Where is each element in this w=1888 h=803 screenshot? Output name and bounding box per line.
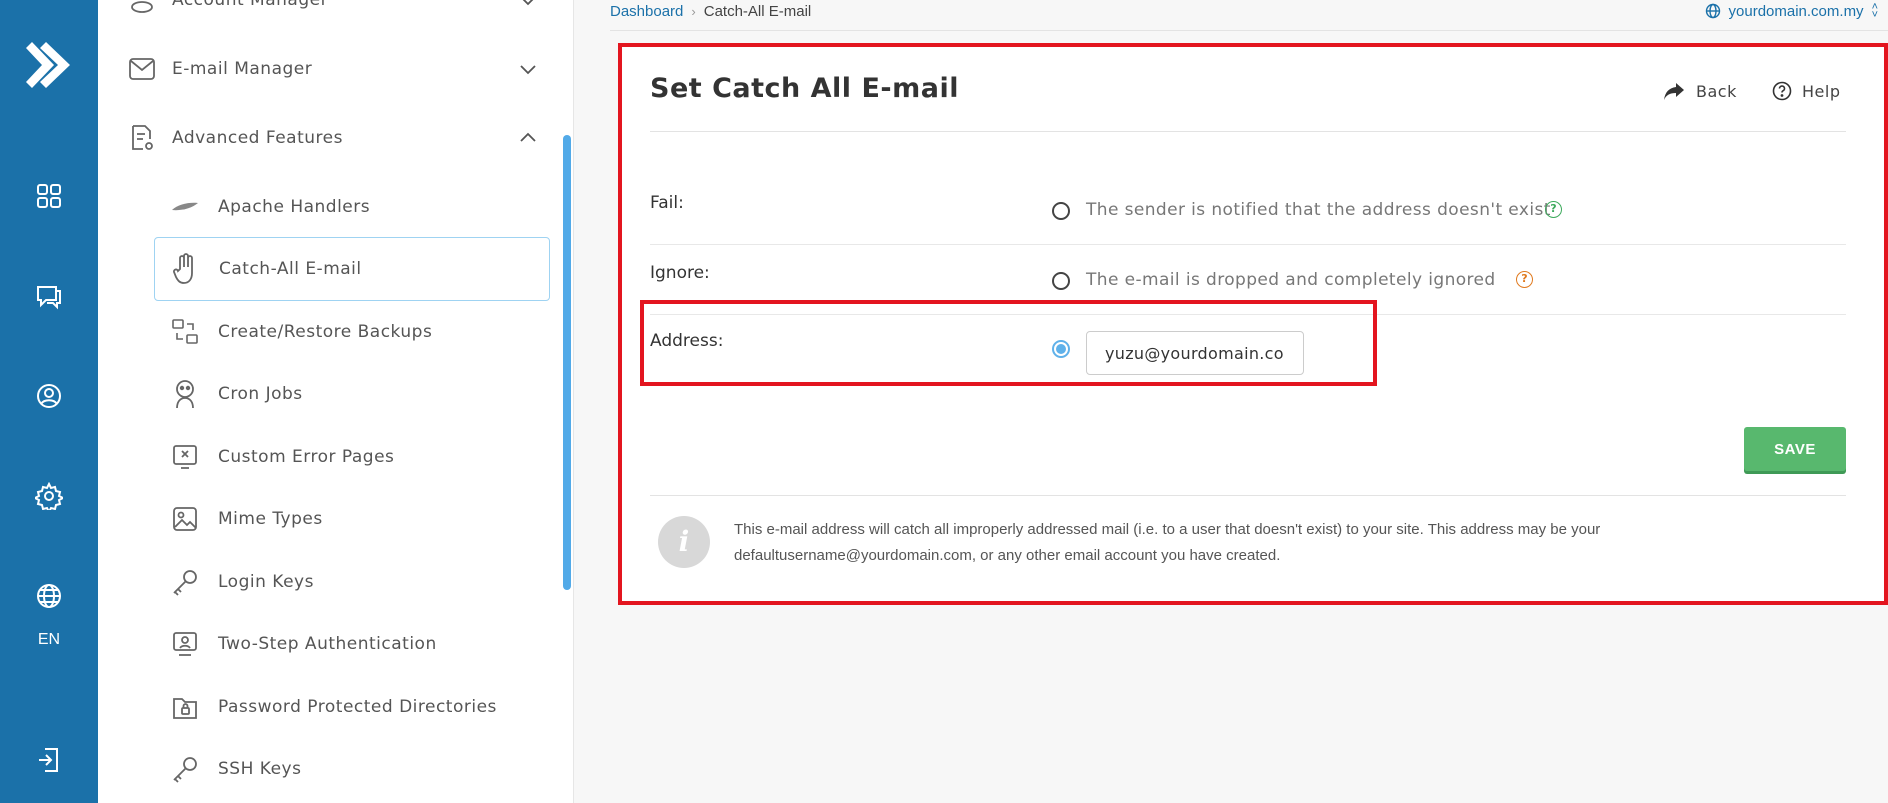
icon-rail: EN (0, 0, 98, 803)
info-icon: i (658, 516, 710, 568)
breadcrumb-dashboard-link[interactable]: Dashboard (610, 3, 683, 20)
ignore-radio[interactable] (1052, 272, 1070, 290)
option-label: Fail: (650, 193, 684, 213)
monitor-user-icon (168, 627, 202, 661)
image-icon (168, 502, 202, 536)
backup-restore-icon (168, 315, 202, 349)
domain-selector[interactable]: yourdomain.com.my ˄ ˅ (1705, 0, 1878, 22)
back-button[interactable]: Back (1662, 81, 1737, 101)
sidebar-section-label: Account Manager (172, 0, 329, 10)
sidebar-item-label: SSH Keys (218, 759, 302, 779)
dashboard-grid-icon[interactable] (31, 178, 67, 214)
sidebar-item-label: Cron Jobs (218, 384, 303, 404)
key-icon (168, 565, 202, 599)
sidebar-section-email-manager[interactable]: E-mail Manager (128, 49, 538, 89)
address-radio[interactable] (1052, 340, 1070, 358)
sidebar-section-label: Advanced Features (172, 128, 343, 148)
sidebar-item-create-restore-backups[interactable]: Create/Restore Backups (154, 307, 550, 357)
sidebar-item-catch-all-email[interactable]: Catch-All E-mail (154, 237, 550, 301)
option-description: The sender is notified that the address … (1086, 200, 1551, 220)
option-row-ignore: Ignore: The e-mail is dropped and comple… (650, 245, 1846, 315)
language-label[interactable]: EN (0, 631, 98, 649)
sidebar-section-account-manager[interactable]: Account Manager (128, 0, 538, 20)
logout-icon[interactable] (31, 742, 67, 778)
chevron-up-icon (520, 132, 536, 142)
sidebar-section-advanced-features[interactable]: Advanced Features (128, 118, 538, 158)
globe-language-icon[interactable] (31, 578, 67, 614)
sidebar-item-two-step-authentication[interactable]: Two-Step Authentication (154, 619, 550, 669)
advanced-document-gear-icon (128, 124, 156, 152)
catch-all-address-input[interactable] (1086, 331, 1304, 375)
feather-icon (168, 190, 202, 224)
key-icon (168, 752, 202, 786)
option-label: Address: (650, 331, 724, 351)
sidebar-item-label: Password Protected Directories (218, 697, 497, 717)
hand-icon (169, 252, 203, 286)
save-button[interactable]: SAVE (1744, 427, 1846, 471)
locked-folder-icon (168, 690, 202, 724)
header-divider (650, 131, 1846, 132)
back-label: Back (1696, 81, 1737, 101)
help-icon[interactable]: ? (1516, 271, 1533, 288)
sidebar-item-login-keys[interactable]: Login Keys (154, 557, 550, 607)
divider (610, 30, 1888, 31)
sidebar-item-label: Custom Error Pages (218, 447, 395, 467)
help-label: Help (1802, 81, 1841, 101)
sidebar-item-apache-handlers[interactable]: Apache Handlers (154, 182, 550, 232)
help-circle-icon (1772, 81, 1792, 101)
settings-gear-icon[interactable] (31, 478, 67, 514)
app-logo-icon[interactable] (24, 38, 74, 92)
sidebar-item-ssh-keys[interactable]: SSH Keys (154, 744, 550, 794)
sidebar-item-label: Mime Types (218, 509, 323, 529)
sidebar: Account Manager E-mail Manager Advanced … (98, 0, 574, 803)
sidebar-scrollbar[interactable] (563, 135, 571, 590)
user-profile-icon[interactable] (31, 378, 67, 414)
account-icon (128, 0, 156, 14)
info-text: This e-mail address will catch all impro… (734, 521, 1601, 564)
option-row-address: Address: (650, 313, 1846, 393)
sidebar-section-label: E-mail Manager (172, 59, 313, 79)
option-description: The e-mail is dropped and completely ign… (1086, 270, 1496, 290)
cron-robot-icon (168, 377, 202, 411)
breadcrumb-current: Catch-All E-mail (703, 2, 812, 20)
breadcrumb: Dashboard › Catch-All E-mail (610, 0, 811, 22)
sidebar-item-label: Login Keys (218, 572, 314, 592)
sidebar-item-label: Catch-All E-mail (219, 259, 362, 279)
sidebar-item-label: Two-Step Authentication (218, 634, 437, 654)
catch-all-panel: Set Catch All E-mail Back Help Fail: The… (618, 43, 1888, 605)
help-button[interactable]: Help (1772, 81, 1840, 101)
info-divider (650, 495, 1846, 496)
sidebar-item-cron-jobs[interactable]: Cron Jobs (154, 369, 550, 419)
chevron-down-icon (520, 65, 536, 75)
sidebar-item-mime-types[interactable]: Mime Types (154, 494, 550, 544)
domain-selector-value: yourdomain.com.my (1728, 2, 1864, 20)
page-title: Set Catch All E-mail (650, 73, 959, 104)
chat-icon[interactable] (31, 278, 67, 314)
chevron-down-icon (522, 0, 534, 6)
back-arrow-icon (1664, 83, 1684, 100)
breadcrumb-separator-icon: › (691, 3, 696, 19)
help-icon[interactable]: ? (1545, 201, 1562, 218)
envelope-icon (128, 55, 156, 83)
sidebar-item-label: Apache Handlers (218, 197, 371, 217)
sidebar-item-label: Create/Restore Backups (218, 322, 433, 342)
option-row-fail: Fail: The sender is notified that the ad… (650, 175, 1846, 245)
error-page-icon (168, 440, 202, 474)
updown-chevron-icon: ˄ ˅ (1871, 1, 1878, 21)
option-label: Ignore: (650, 263, 710, 283)
sidebar-item-password-protected-directories[interactable]: Password Protected Directories (154, 682, 550, 732)
globe-icon (1705, 3, 1720, 19)
sidebar-item-custom-error-pages[interactable]: Custom Error Pages (154, 432, 550, 482)
fail-radio[interactable] (1052, 202, 1070, 220)
